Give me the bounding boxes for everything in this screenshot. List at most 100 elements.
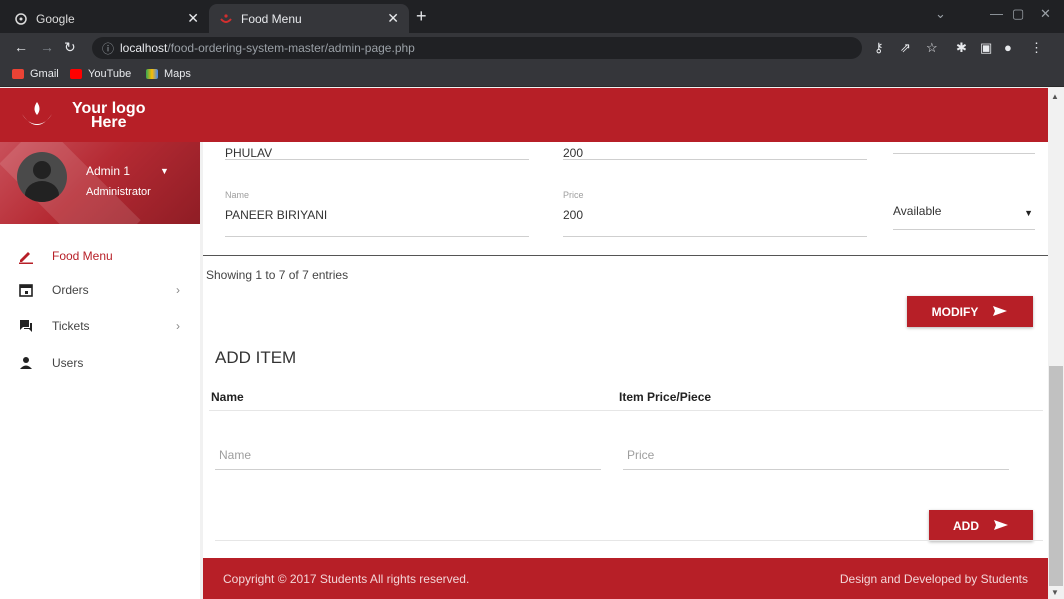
table-divider (203, 255, 1048, 256)
bookmarks-bar: Gmail YouTube Maps (0, 63, 1064, 87)
price-label: Price (563, 190, 584, 200)
tab-food-menu[interactable]: Food Menu ✕ (209, 4, 409, 33)
item-price-input[interactable] (623, 442, 1009, 462)
bookmark-maps[interactable]: Maps (146, 68, 191, 80)
key-icon[interactable]: ⚷ (874, 40, 884, 56)
minimize-icon[interactable]: — (990, 6, 1003, 21)
bookmark-gmail[interactable]: Gmail (12, 68, 59, 80)
url-host: localhost (120, 41, 168, 55)
chevron-right-icon: › (176, 283, 180, 297)
name-label: Name (225, 190, 250, 200)
close-tab-icon[interactable]: ✕ (187, 10, 199, 27)
availability-select[interactable]: Available ▼ (893, 198, 1035, 230)
close-tab-icon[interactable]: ✕ (387, 10, 399, 27)
restore-icon[interactable]: ▢ (1012, 6, 1024, 22)
caret-down-icon[interactable]: ▼ (160, 166, 169, 176)
tab-search-icon[interactable]: ⌄ (935, 6, 946, 22)
logo-line-2: Here (90, 114, 127, 131)
menu-row-2-name[interactable]: Name PANEER BIRIYANI (225, 190, 529, 237)
field-underline (563, 236, 867, 237)
bookmark-youtube[interactable]: YouTube (70, 68, 131, 80)
avatar-body (25, 181, 59, 202)
forward-icon[interactable]: → (40, 39, 54, 55)
avatar (17, 152, 67, 202)
logo-text: Your logo Here (72, 101, 145, 131)
add-item-title: ADD ITEM (215, 348, 297, 367)
sidepanel-icon[interactable]: ▣ (980, 40, 992, 56)
browser-tabstrip: Google ✕ Food Menu ✕ + ⌄ — ▢ ✕ (0, 0, 1064, 33)
bookmark-label: YouTube (88, 68, 132, 80)
item-name-input-wrap (215, 442, 601, 470)
sidebar-item-tickets[interactable]: Tickets › (0, 308, 200, 344)
close-window-icon[interactable]: ✕ (1040, 6, 1051, 22)
menu-row-1-status[interactable] (893, 128, 1035, 154)
chat-icon (18, 318, 34, 334)
sidebar-item-orders[interactable]: Orders › (0, 272, 200, 308)
youtube-icon (70, 69, 82, 79)
field-underline (563, 159, 867, 160)
address-bar[interactable]: ⓘ localhost/food-ordering-system-master/… (92, 37, 862, 59)
new-tab-icon[interactable]: + (416, 6, 427, 27)
sidebar-item-label: Orders (52, 283, 89, 297)
profile-icon[interactable]: ● (1004, 40, 1012, 55)
chevron-right-icon: › (176, 319, 180, 333)
browser-toolbar: ← → ↻ ⓘ localhost/food-ordering-system-m… (0, 33, 1064, 63)
menu-row-1-name[interactable]: PHULAV (225, 128, 529, 160)
extensions-icon[interactable]: ✱ (956, 40, 967, 56)
screen: Google ✕ Food Menu ✕ + ⌄ — ▢ ✕ ← → ↻ ⓘ l… (0, 0, 1064, 599)
add-button-label: ADD (953, 518, 979, 533)
col-header-name: Name (211, 390, 244, 404)
send-icon (993, 518, 1009, 534)
sidebar-item-label: Tickets (52, 319, 90, 333)
profile-card: Admin 1 ▼ Administrator (0, 142, 200, 224)
footer: Copyright © 2017 Students All rights res… (203, 558, 1048, 599)
person-icon (18, 355, 34, 371)
table-info: Showing 1 to 7 of 7 entries (206, 268, 349, 282)
sidebar-item-food-menu[interactable]: Food Menu (0, 238, 200, 274)
tab-google[interactable]: Google ✕ (4, 4, 209, 33)
dropdown-arrow-icon: ▼ (1024, 208, 1033, 218)
logo-icon[interactable] (20, 100, 54, 130)
info-icon: ⓘ (102, 41, 115, 56)
add-button[interactable]: ADD (929, 510, 1033, 541)
scroll-up-icon[interactable]: ▲ (1051, 92, 1059, 101)
col-header-price: Item Price/Piece (619, 390, 712, 404)
item-price-input-wrap (623, 442, 1009, 470)
footer-copyright: Copyright © 2017 Students All rights res… (223, 572, 470, 586)
reload-icon[interactable]: ↻ (64, 39, 76, 56)
scrollbar-thumb[interactable] (1049, 366, 1063, 586)
modify-button-label: MODIFY (931, 304, 979, 319)
send-icon (992, 304, 1008, 320)
url-path: /food-ordering-system-master/admin-page.… (167, 41, 415, 55)
scroll-down-icon[interactable]: ▼ (1051, 588, 1059, 597)
tab-title: Food Menu (241, 11, 302, 26)
calendar-icon (18, 282, 34, 298)
back-icon[interactable]: ← (14, 39, 28, 55)
availability-value: Available (893, 204, 942, 218)
share-icon[interactable]: ⇗ (900, 40, 911, 56)
header-divider (209, 410, 1043, 411)
bookmark-label: Gmail (30, 68, 59, 80)
item-name-input[interactable] (215, 442, 601, 462)
menu-row-1-price[interactable]: 200 (563, 128, 867, 160)
avatar-head (33, 161, 51, 179)
sidebar-item-label: Food Menu (52, 249, 113, 263)
sidebar-item-users[interactable]: Users (0, 345, 200, 381)
footer-credit: Design and Developed by Students (839, 572, 1028, 586)
menu-row-2-price[interactable]: Price 200 (563, 190, 867, 237)
menu-row-name-value: PANEER BIRIYANI (225, 208, 328, 222)
maps-icon (146, 69, 158, 79)
field-underline (225, 159, 529, 160)
profile-role: Administrator (86, 186, 151, 198)
profile-name[interactable]: Admin 1 (86, 164, 130, 178)
form-divider (215, 540, 1043, 541)
star-icon[interactable]: ☆ (926, 40, 938, 56)
food-menu-favicon-icon (219, 12, 233, 26)
menu-icon[interactable]: ⋮ (1030, 40, 1043, 56)
field-underline (893, 229, 1035, 230)
menu-row-price-value: 200 (563, 208, 584, 222)
modify-button[interactable]: MODIFY (907, 296, 1033, 327)
sidebar-item-label: Users (52, 356, 84, 370)
sidebar: Admin 1 ▼ Administrator Food Menu Orders… (0, 142, 200, 599)
gmail-icon (12, 69, 24, 79)
